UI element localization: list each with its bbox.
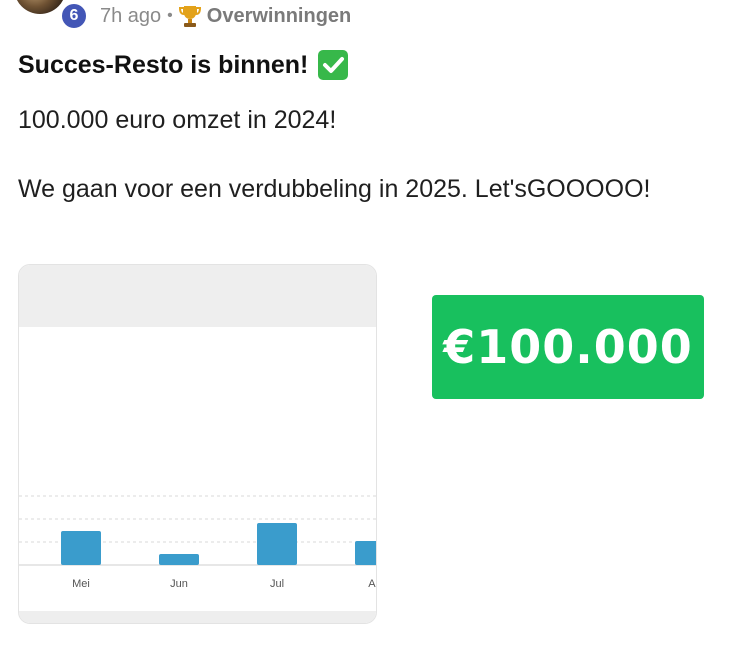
avatar[interactable]	[14, 0, 66, 14]
post-body-line-2: We gaan voor een verdubbeling in 2025. L…	[18, 175, 651, 203]
revenue-chart-card[interactable]: Mei Jun Jul Au	[18, 264, 377, 624]
trophy-icon	[178, 4, 201, 28]
post-title-text: Succes-Resto is binnen!	[18, 50, 309, 79]
revenue-bar-chart: Mei Jun Jul Au	[19, 495, 377, 590]
post-meta: 7h ago • Overwinningen	[100, 3, 351, 29]
chart-bar-au[interactable]	[355, 541, 377, 565]
chart-bar-jul[interactable]	[257, 523, 297, 565]
chart-footer	[19, 611, 376, 623]
level-badge: 6	[60, 2, 88, 30]
post-category[interactable]: Overwinningen	[207, 5, 351, 28]
x-tick-label: Jul	[270, 578, 284, 590]
x-tick-label: Jun	[170, 578, 188, 590]
x-tick-label: Mei	[72, 578, 90, 590]
revenue-amount-badge: €100.000	[432, 295, 704, 399]
post-body-line-1: 100.000 euro omzet in 2024!	[18, 106, 337, 134]
check-icon	[318, 50, 349, 80]
post-time: 7h ago	[100, 4, 162, 27]
chart-bar-mei[interactable]	[61, 531, 101, 565]
revenue-amount-text: €100.000	[443, 320, 693, 374]
x-tick-label: Au	[368, 578, 377, 590]
post-title[interactable]: Succes-Resto is binnen!	[18, 50, 349, 80]
meta-separator: •	[167, 7, 173, 24]
chart-bar-jun[interactable]	[159, 554, 199, 565]
